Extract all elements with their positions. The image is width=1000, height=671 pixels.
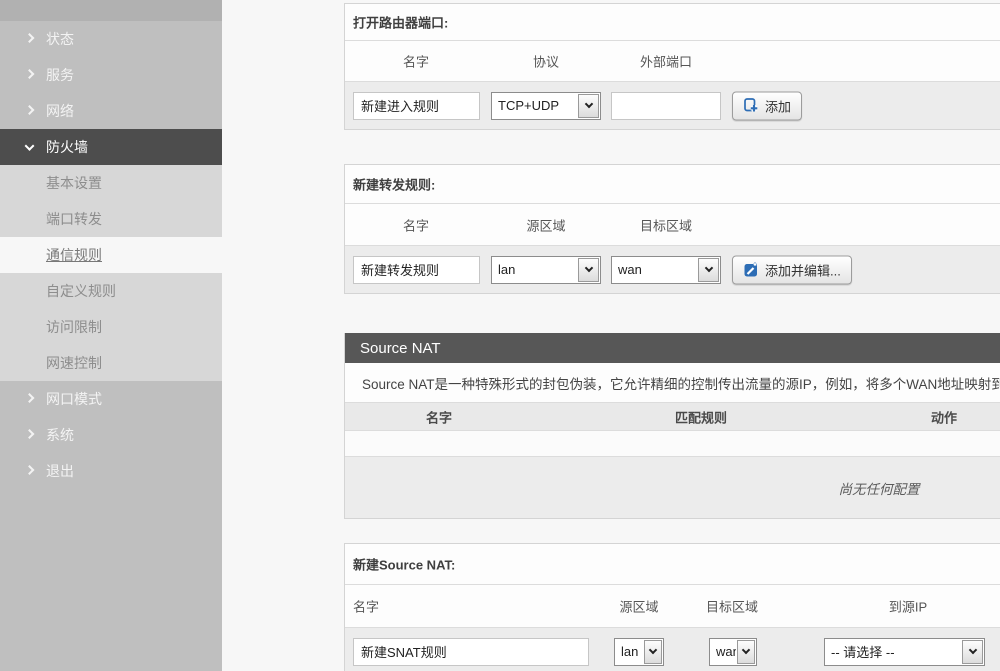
add-edit-icon [743, 262, 759, 278]
protocol-select-value: TCP+UDP [492, 93, 577, 119]
sidebar-item-firewall[interactable]: 防火墙 [0, 129, 222, 165]
sidebar-item-speed-control[interactable]: 网速控制 [0, 345, 222, 381]
sidebar-item-label: 访问限制 [46, 317, 102, 337]
new-snat-section: 新建Source NAT: 名字 源区域 目标区域 到源IP lan wan [344, 543, 1000, 671]
sidebar: 状态 服务 网络 防火墙 基本设置 端口转发 通信规则 自定义规则 [0, 0, 222, 671]
new-snat-title: 新建Source NAT: [353, 555, 455, 574]
new-forward-header-srczone: 源区域 [526, 215, 565, 234]
sidebar-item-network[interactable]: 网络 [0, 93, 222, 129]
new-snat-header-tosrcip: 到源IP [889, 597, 927, 616]
open-ports-name-input[interactable] [353, 92, 480, 120]
sidebar-item-system[interactable]: 系统 [0, 417, 222, 453]
new-forward-section: 新建转发规则: 名字 源区域 目标区域 lan wan [344, 164, 1000, 294]
chevron-right-icon [25, 393, 35, 403]
dropdown-arrow-icon [698, 258, 719, 282]
dropdown-arrow-icon [578, 258, 599, 282]
open-ports-title: 打开路由器端口: [353, 13, 448, 32]
firewall-submenu: 基本设置 端口转发 通信规则 自定义规则 访问限制 网速控制 [0, 165, 222, 381]
open-ports-protocol-select[interactable]: TCP+UDP [491, 92, 601, 120]
sidebar-item-label: 端口转发 [46, 209, 102, 229]
add-button-label: 添加 [765, 96, 791, 115]
chevron-right-icon [25, 105, 35, 115]
sidebar-item-label: 通信规则 [46, 245, 102, 265]
sidebar-item-label: 基本设置 [46, 173, 102, 193]
sidebar-item-custom-rules[interactable]: 自定义规则 [0, 273, 222, 309]
new-forward-header-name: 名字 [403, 215, 429, 234]
source-nat-title: Source NAT [345, 340, 441, 357]
open-ports-header-name: 名字 [403, 52, 429, 71]
source-nat-description: Source NAT是一种特殊形式的封包伪装，它允许精细的控制传出流量的源IP，… [362, 373, 1000, 393]
srczone-select-value: lan [492, 257, 577, 283]
source-nat-section: Source NAT Source NAT是一种特殊形式的封包伪装，它允许精细的… [344, 333, 1000, 519]
snat-no-config-row: 尚无任何配置 [345, 457, 1000, 518]
open-ports-extport-input[interactable] [611, 92, 721, 120]
sidebar-item-status[interactable]: 状态 [0, 21, 222, 57]
sidebar-item-logout[interactable]: 退出 [0, 453, 222, 489]
new-snat-name-input[interactable] [353, 638, 589, 666]
snat-header-match: 匹配规则 [675, 407, 727, 426]
sidebar-item-label: 服务 [46, 65, 74, 85]
srczone-select-value: lan [615, 639, 643, 665]
tosrcip-select-value: -- 请选择 -- [825, 639, 961, 665]
snat-empty-row [345, 431, 1000, 457]
sidebar-item-label: 网速控制 [46, 353, 102, 373]
chevron-right-icon [25, 33, 35, 43]
sidebar-item-label: 退出 [46, 461, 74, 481]
sidebar-item-traffic-rules[interactable]: 通信规则 [0, 237, 222, 273]
add-and-edit-button[interactable]: 添加并编辑... [732, 255, 852, 284]
new-snat-header-srczone: 源区域 [619, 597, 658, 616]
page: 状态 服务 网络 防火墙 基本设置 端口转发 通信规则 自定义规则 [0, 0, 1000, 671]
new-forward-dstzone-select[interactable]: wan [611, 256, 721, 284]
sidebar-item-label: 网口模式 [46, 389, 102, 409]
sidebar-item-access-restriction[interactable]: 访问限制 [0, 309, 222, 345]
sidebar-item-port-mode[interactable]: 网口模式 [0, 381, 222, 417]
source-nat-title-bar: Source NAT [345, 333, 1000, 363]
add-icon [743, 98, 759, 114]
new-forward-header-dstzone: 目标区域 [640, 215, 692, 234]
new-forward-srczone-select[interactable]: lan [491, 256, 601, 284]
sidebar-item-label: 自定义规则 [46, 281, 116, 301]
new-snat-srczone-select[interactable]: lan [614, 638, 664, 666]
no-config-text: 尚无任何配置 [839, 478, 920, 498]
dropdown-arrow-icon [644, 640, 662, 664]
snat-header-name: 名字 [426, 407, 452, 426]
open-ports-header-protocol: 协议 [533, 52, 559, 71]
add-button[interactable]: 添加 [732, 91, 802, 120]
sidebar-item-basic-settings[interactable]: 基本设置 [0, 165, 222, 201]
chevron-down-icon [25, 141, 35, 151]
open-ports-header-extport: 外部端口 [640, 52, 692, 71]
sidebar-top-strip [0, 0, 222, 21]
new-snat-header-dstzone: 目标区域 [706, 597, 758, 616]
new-snat-header-name: 名字 [353, 597, 379, 616]
new-snat-tosrcip-select[interactable]: -- 请选择 -- [824, 638, 985, 666]
open-ports-section: 打开路由器端口: 名字 协议 外部端口 TCP+UDP [344, 3, 1000, 130]
new-snat-dstzone-select[interactable]: wan [709, 638, 757, 666]
snat-header-action: 动作 [931, 407, 957, 426]
sidebar-item-label: 网络 [46, 101, 74, 121]
dstzone-select-value: wan [612, 257, 697, 283]
sidebar-item-label: 状态 [46, 29, 74, 49]
new-forward-name-input[interactable] [353, 256, 480, 284]
dstzone-select-value: wan [710, 639, 736, 665]
chevron-right-icon [25, 69, 35, 79]
dropdown-arrow-icon [962, 640, 983, 664]
new-forward-title: 新建转发规则: [353, 175, 435, 194]
sidebar-item-label: 防火墙 [46, 137, 88, 157]
sidebar-item-label: 系统 [46, 425, 74, 445]
sidebar-item-services[interactable]: 服务 [0, 57, 222, 93]
chevron-right-icon [25, 465, 35, 475]
sidebar-item-port-forwards[interactable]: 端口转发 [0, 201, 222, 237]
dropdown-arrow-icon [578, 94, 599, 118]
chevron-right-icon [25, 429, 35, 439]
dropdown-arrow-icon [737, 640, 755, 664]
add-and-edit-button-label: 添加并编辑... [765, 260, 841, 279]
